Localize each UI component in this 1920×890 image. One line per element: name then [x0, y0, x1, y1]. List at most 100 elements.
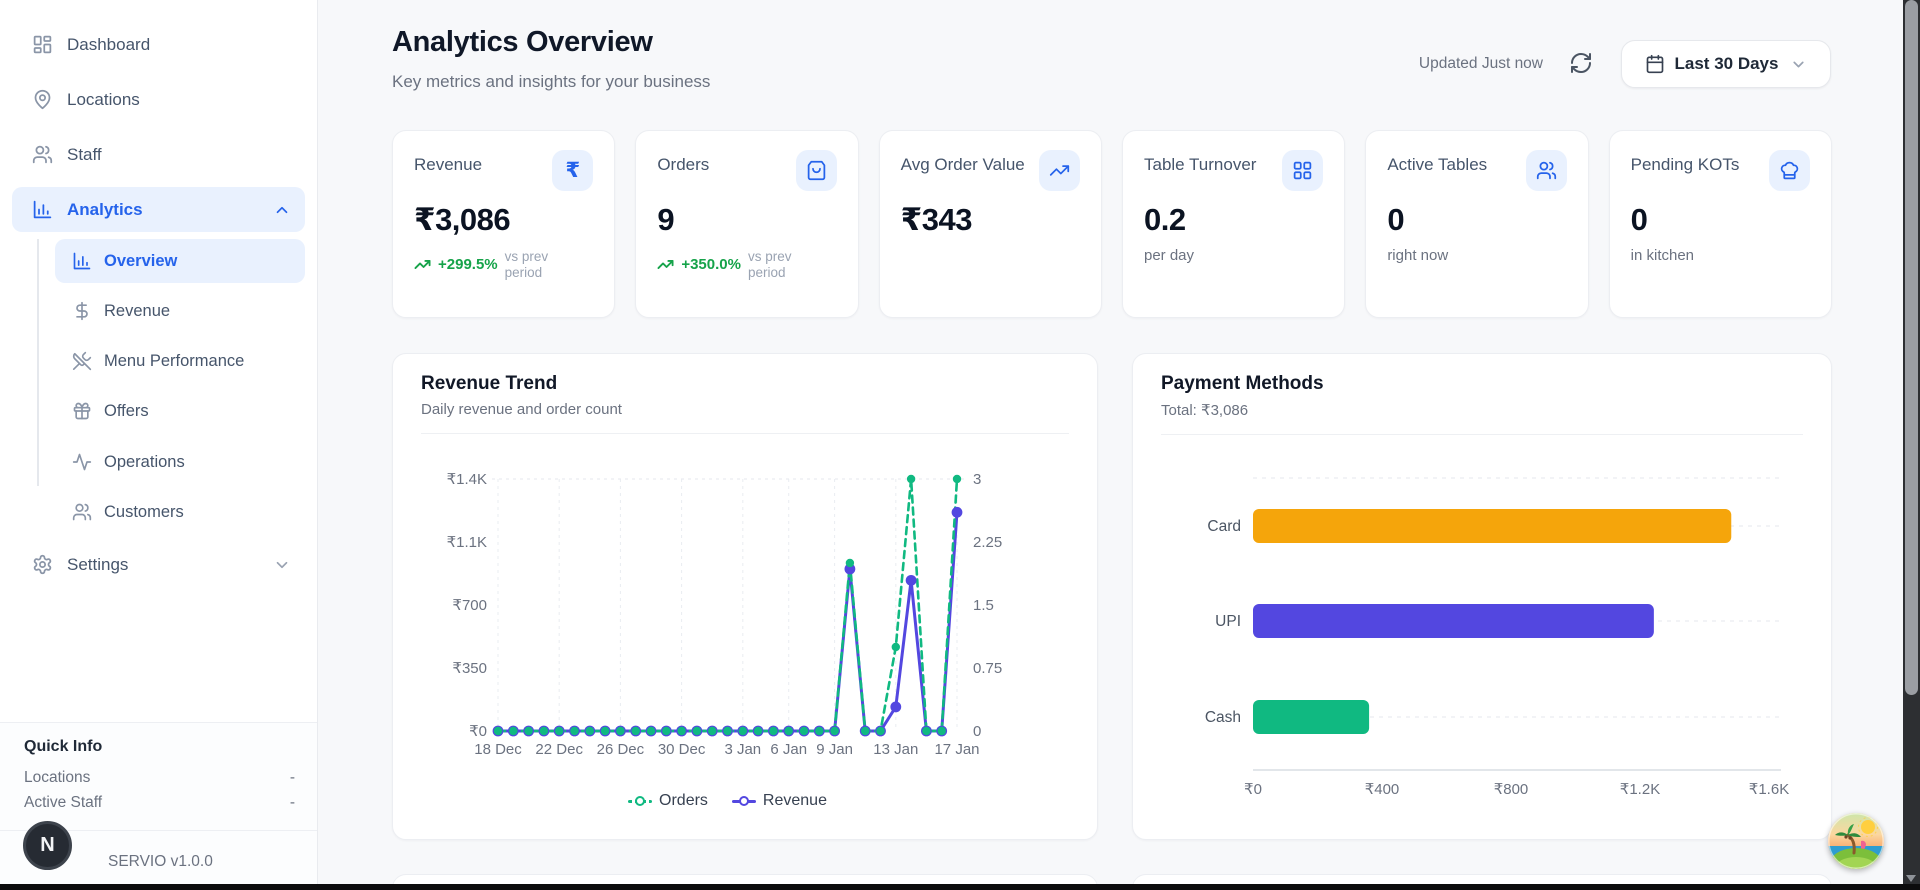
shopping-bag-icon	[795, 150, 837, 191]
chevron-down-icon	[1790, 56, 1807, 73]
sidebar-item-label: Analytics	[67, 199, 143, 219]
sidebar-item-revenue[interactable]: Revenue	[55, 289, 305, 333]
metric-value: 0.2	[1143, 202, 1186, 237]
svg-text:₹1.4K: ₹1.4K	[447, 471, 487, 488]
svg-text:UPI: UPI	[1215, 613, 1241, 630]
header-actions: Updated Just now Last 30 Days	[1419, 40, 1831, 88]
sidebar-footer: N SERVIO v1.0.0	[0, 821, 317, 890]
sidebar-item-operations[interactable]: Operations	[55, 440, 305, 484]
svg-text:Card: Card	[1207, 518, 1241, 535]
metric-trend: +350.0%	[681, 256, 741, 274]
metric-card-active-tables: Active Tables 0 right now	[1365, 130, 1589, 318]
rupee-icon: ₹	[552, 150, 594, 191]
sidebar-item-label: Locations	[67, 89, 140, 109]
avatar[interactable]: N	[23, 821, 72, 870]
chart-title: Revenue Trend	[421, 373, 558, 394]
sidebar-item-label: Settings	[67, 554, 129, 574]
sidebar-item-offers[interactable]: Offers	[55, 389, 305, 433]
sidebar-item-analytics[interactable]: Analytics	[12, 187, 305, 232]
metric-cards-row: Revenue ₹ ₹3,086 +299.5% vs prev period …	[392, 130, 1832, 318]
metric-card-orders: Orders 9 +350.0% vs prev period	[635, 130, 859, 318]
calendar-icon	[1645, 54, 1665, 74]
sidebar: Dashboard Locations Staff Analytics Over…	[0, 0, 318, 890]
sidebar-item-overview[interactable]: Overview	[55, 239, 305, 283]
svg-text:₹1.2K: ₹1.2K	[1620, 781, 1660, 798]
metric-note: in kitchen	[1630, 247, 1695, 264]
refresh-icon	[1569, 51, 1593, 77]
quick-info-label: Locations	[24, 769, 91, 786]
bar-chart-icon	[72, 251, 92, 271]
quick-info-panel: Quick Info Locations - Active Staff -	[0, 722, 317, 830]
chart-subtitle: Daily revenue and order count	[421, 401, 622, 418]
sidebar-item-label: Offers	[104, 401, 149, 420]
users-icon	[32, 144, 53, 165]
window-bottom-edge	[0, 884, 1920, 890]
legend-orders-swatch	[628, 795, 653, 807]
metric-card-pending-kots: Pending KOTs 0 in kitchen	[1608, 130, 1832, 318]
metric-value: 0	[1387, 202, 1405, 237]
quick-info-value: -	[289, 794, 295, 811]
sidebar-item-label: Revenue	[104, 301, 171, 320]
metric-note: right now	[1387, 247, 1449, 264]
sidebar-item-label: Dashboard	[67, 34, 151, 54]
svg-text:3 Jan: 3 Jan	[724, 741, 761, 758]
metric-label: Orders	[657, 155, 710, 174]
app-version: SERVIO v1.0.0	[108, 853, 213, 870]
sidebar-item-label: Customers	[104, 502, 184, 521]
svg-text:22 Dec: 22 Dec	[535, 741, 583, 758]
svg-text:3: 3	[973, 471, 981, 488]
date-range-dropdown[interactable]: Last 30 Days	[1621, 40, 1831, 88]
sidebar-item-label: Menu Performance	[104, 351, 245, 370]
date-range-label: Last 30 Days	[1674, 54, 1779, 73]
svg-text:0.75: 0.75	[973, 660, 1002, 677]
scrollbar-track[interactable]	[1903, 0, 1920, 890]
metric-label: Avg Order Value	[900, 155, 1025, 174]
revenue-trend-card: Revenue Trend Daily revenue and order co…	[392, 353, 1098, 840]
svg-text:9 Jan: 9 Jan	[816, 741, 853, 758]
quick-info-row: Active Staff -	[24, 790, 295, 815]
quick-info-label: Active Staff	[24, 794, 103, 811]
svg-text:₹400: ₹400	[1365, 781, 1400, 798]
divider	[421, 433, 1069, 434]
sidebar-item-settings[interactable]: Settings	[12, 542, 305, 587]
legend-item-orders: Orders	[628, 792, 708, 810]
sidebar-item-locations[interactable]: Locations	[12, 77, 305, 122]
svg-text:26 Dec: 26 Dec	[597, 741, 645, 758]
trending-up-icon	[1038, 150, 1080, 191]
payment-methods-card: Payment Methods Total: ₹3,086 ₹0 ₹400 ₹800…	[1132, 353, 1832, 840]
app-root: Dashboard Locations Staff Analytics Over…	[0, 0, 1920, 890]
sidebar-item-menu-performance[interactable]: Menu Performance	[55, 339, 305, 383]
page-title: Analytics Overview	[392, 26, 653, 58]
submenu-guide-line	[37, 239, 39, 486]
metric-card-avg-order-value: Avg Order Value ₹343	[878, 130, 1102, 318]
utensils-crossed-icon	[72, 351, 92, 371]
metric-label: Table Turnover	[1143, 155, 1257, 174]
gear-icon	[32, 554, 53, 575]
refresh-button[interactable]	[1569, 51, 1595, 77]
users-icon	[72, 502, 92, 522]
grid-icon	[1282, 150, 1324, 191]
metric-value: 9	[657, 202, 675, 237]
metric-note: per day	[1143, 247, 1195, 264]
metric-label: Revenue	[414, 155, 483, 174]
chevron-down-icon	[273, 556, 291, 574]
quick-info-title: Quick Info	[24, 738, 103, 755]
dollar-icon	[72, 301, 92, 321]
svg-text:₹1.1K: ₹1.1K	[447, 534, 487, 551]
bar-chart-icon	[32, 199, 53, 220]
tropical-island-icon	[1828, 813, 1884, 869]
chart-legend: Orders Revenue	[498, 792, 957, 810]
metric-value: ₹343	[900, 202, 973, 237]
metric-value: ₹3,086	[414, 202, 511, 237]
island-widget-button[interactable]	[1828, 813, 1884, 869]
legend-revenue-swatch	[731, 795, 756, 807]
updated-status: Updated Just now	[1418, 55, 1543, 72]
gift-icon	[72, 401, 92, 421]
scroll-down-arrow-icon[interactable]	[1906, 875, 1916, 882]
sidebar-item-staff[interactable]: Staff	[12, 132, 305, 177]
sidebar-item-customers[interactable]: Customers	[55, 490, 305, 534]
scrollbar-thumb[interactable]	[1905, 0, 1918, 695]
sidebar-item-dashboard[interactable]: Dashboard	[12, 22, 305, 67]
divider	[1161, 434, 1803, 435]
svg-text:30 Dec: 30 Dec	[658, 741, 706, 758]
